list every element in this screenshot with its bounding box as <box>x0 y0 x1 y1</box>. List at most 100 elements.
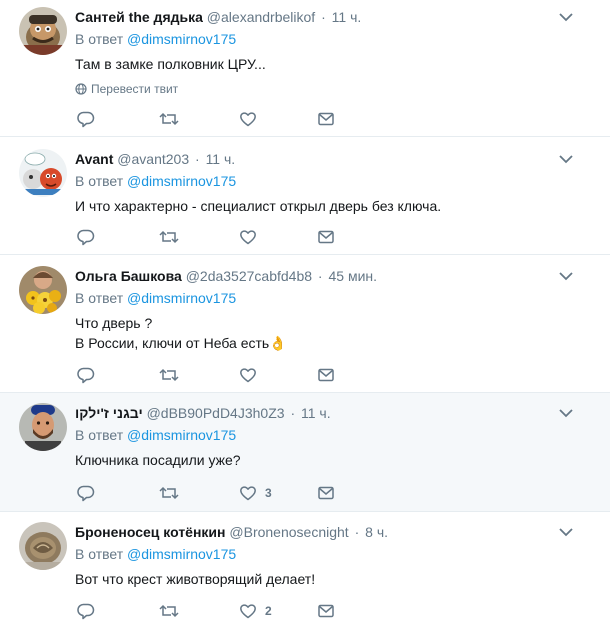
display-name[interactable]: יבגני ז'ילקו <box>75 405 143 421</box>
reply-to-link[interactable]: @dimsmirnov175 <box>127 31 236 47</box>
display-name[interactable]: Ольга Башкова <box>75 268 182 284</box>
chevron-down-icon[interactable] <box>558 270 574 282</box>
reply-prefix: В ответ <box>75 173 124 189</box>
reply-context: В ответ @dimsmirnov175 <box>75 30 596 48</box>
reply-context: В ответ @dimsmirnov175 <box>75 426 596 444</box>
direct-message-icon <box>318 368 334 382</box>
tweet[interactable]: Броненосец котёнкин @Bronenosecnight · 8… <box>0 512 610 625</box>
tweet-text: Что дверь ? В России, ключи от Неба есть… <box>75 313 596 353</box>
tweet-actions: 2 <box>77 601 337 621</box>
tweet[interactable]: Ольга Башкова @2da3527cabfd4b8 · 45 мин.… <box>0 255 610 393</box>
tweet-text: Вот что крест животворящий делает! <box>75 569 596 589</box>
like-button[interactable]: 3 <box>239 483 272 503</box>
globe-icon <box>75 83 87 95</box>
timestamp[interactable]: 45 мин. <box>328 268 377 284</box>
timestamp[interactable]: 11 ч. <box>206 151 236 167</box>
display-name[interactable]: Броненосец котёнкин <box>75 524 226 540</box>
separator: · <box>354 524 360 540</box>
like-button[interactable] <box>239 365 265 385</box>
user-handle[interactable]: @avant203 <box>117 151 189 167</box>
reply-to-link[interactable]: @dimsmirnov175 <box>127 173 236 189</box>
reply-icon <box>77 485 95 502</box>
avatar[interactable] <box>19 403 67 451</box>
tweet[interactable]: Сантей the дядька @alexandrbelikof · 11 … <box>0 0 610 137</box>
tweet-text-line: В России, ключи от Неба есть👌 <box>75 335 287 351</box>
reply-button[interactable] <box>77 365 95 385</box>
reply-icon <box>77 229 95 246</box>
translate-label[interactable]: Перевести твит <box>91 82 178 96</box>
direct-message-button[interactable] <box>317 483 335 503</box>
reply-context: В ответ @dimsmirnov175 <box>75 172 596 190</box>
retweet-button[interactable] <box>159 483 179 503</box>
chevron-down-icon[interactable] <box>558 407 574 419</box>
direct-message-icon <box>318 604 334 618</box>
user-handle[interactable]: @Bronenosecnight <box>229 524 348 540</box>
chevron-down-icon[interactable] <box>558 11 574 23</box>
tweet-actions <box>77 227 337 247</box>
like-count: 3 <box>265 486 272 500</box>
avatar[interactable] <box>19 522 67 570</box>
direct-message-icon <box>318 112 334 126</box>
reply-button[interactable] <box>77 601 95 621</box>
like-button[interactable]: 2 <box>239 601 272 621</box>
tweet[interactable]: יבגני ז'ילקו @dBB90PdD4J3h0Z3 · 11 ч. В … <box>0 393 610 512</box>
retweet-icon <box>159 604 179 618</box>
reply-to-link[interactable]: @dimsmirnov175 <box>127 427 236 443</box>
timestamp[interactable]: 11 ч. <box>301 405 331 421</box>
translate-link[interactable]: Перевести твит <box>75 82 596 96</box>
direct-message-button[interactable] <box>317 227 335 247</box>
avatar[interactable] <box>19 7 67 55</box>
reply-to-link[interactable]: @dimsmirnov175 <box>127 290 236 306</box>
tweet-text: Там в замке полковник ЦРУ... <box>75 54 596 74</box>
reply-icon <box>77 367 95 384</box>
like-button[interactable] <box>239 227 265 247</box>
reply-context: В ответ @dimsmirnov175 <box>75 545 596 563</box>
reply-button[interactable] <box>77 109 95 129</box>
reply-prefix: В ответ <box>75 546 124 562</box>
display-name[interactable]: Avant <box>75 151 113 167</box>
tweet-actions <box>77 365 337 385</box>
user-handle[interactable]: @alexandrbelikof <box>207 9 315 25</box>
reply-button[interactable] <box>77 227 95 247</box>
tweet-text-line: И что характерно - специалист открыл две… <box>75 198 442 214</box>
avatar[interactable] <box>19 149 67 197</box>
retweet-icon <box>159 368 179 382</box>
tweet-header: Сантей the дядька @alexandrbelikof · 11 … <box>75 8 596 26</box>
direct-message-button[interactable] <box>317 109 335 129</box>
reply-prefix: В ответ <box>75 290 124 306</box>
user-handle[interactable]: @dBB90PdD4J3h0Z3 <box>147 405 285 421</box>
timestamp[interactable]: 11 ч. <box>332 9 362 25</box>
chevron-down-icon[interactable] <box>558 153 574 165</box>
direct-message-button[interactable] <box>317 365 335 385</box>
replies-feed: Сантей the дядька @alexandrbelikof · 11 … <box>0 0 610 625</box>
tweet[interactable]: Avant @avant203 · 11 ч. В ответ @dimsmir… <box>0 137 610 255</box>
tweet-text-line: Что дверь ? <box>75 315 153 331</box>
retweet-button[interactable] <box>159 109 179 129</box>
timestamp[interactable]: 8 ч. <box>365 524 388 540</box>
separator: · <box>317 268 323 284</box>
tweet-text: Ключника посадили уже? <box>75 450 596 470</box>
chevron-down-icon[interactable] <box>558 526 574 538</box>
tweet-text-line: Ключника посадили уже? <box>75 452 241 468</box>
reply-to-link[interactable]: @dimsmirnov175 <box>127 546 236 562</box>
like-button[interactable] <box>239 109 265 129</box>
retweet-button[interactable] <box>159 227 179 247</box>
direct-message-icon <box>318 230 334 244</box>
like-icon <box>240 604 256 619</box>
retweet-button[interactable] <box>159 601 179 621</box>
reply-prefix: В ответ <box>75 427 124 443</box>
like-icon <box>240 230 256 245</box>
separator: · <box>321 9 326 25</box>
like-icon <box>240 368 256 383</box>
avatar[interactable] <box>19 266 67 314</box>
reply-button[interactable] <box>77 483 95 503</box>
retweet-icon <box>159 230 179 244</box>
like-count: 2 <box>265 604 272 618</box>
tweet-text-line: Вот что крест животворящий делает! <box>75 571 316 587</box>
retweet-button[interactable] <box>159 365 179 385</box>
direct-message-button[interactable] <box>317 601 335 621</box>
like-icon <box>240 486 256 501</box>
display-name[interactable]: Сантей the дядька <box>75 9 203 25</box>
user-handle[interactable]: @2da3527cabfd4b8 <box>186 268 312 284</box>
reply-icon <box>77 111 95 128</box>
